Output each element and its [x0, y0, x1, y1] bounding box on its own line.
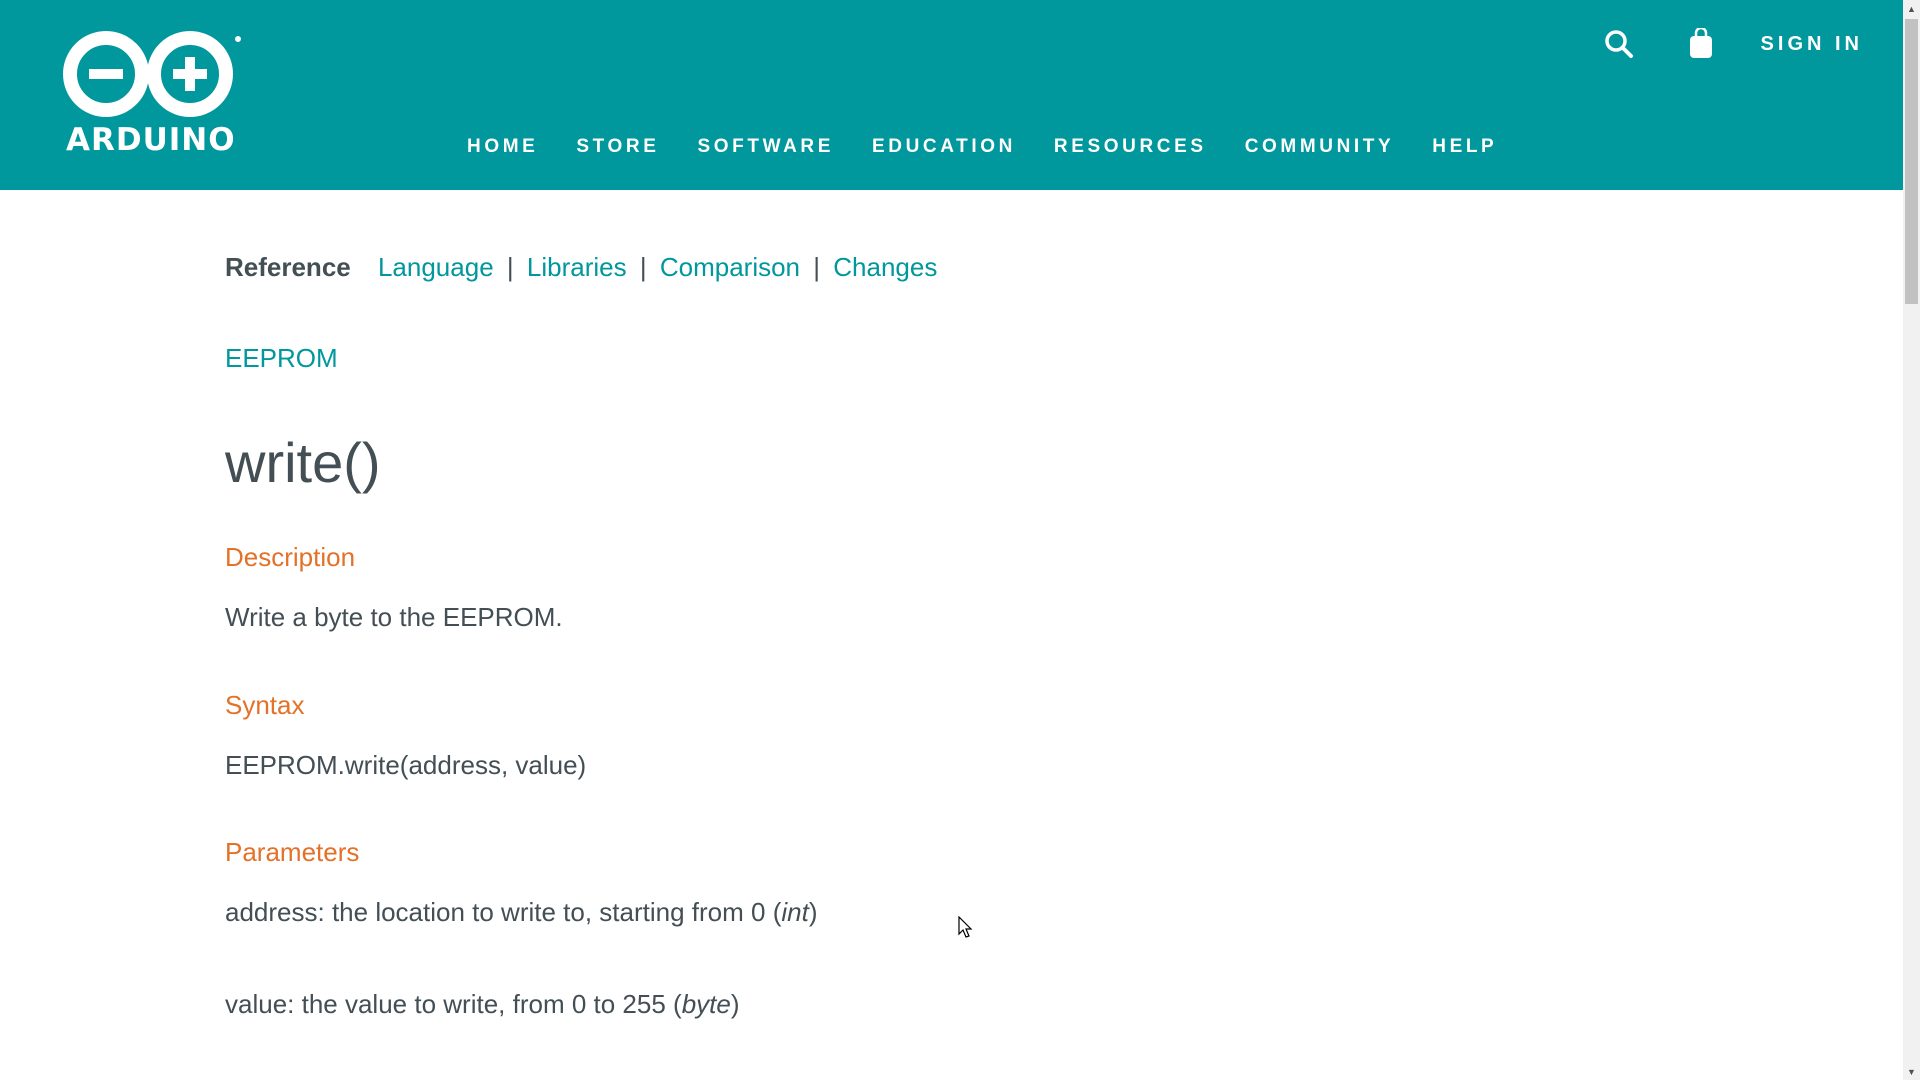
- param-address-close: ): [808, 897, 818, 927]
- search-icon[interactable]: [1597, 22, 1641, 66]
- subnav-comparison-link[interactable]: Comparison: [660, 252, 800, 282]
- page-title: write(): [225, 431, 381, 494]
- description-heading: Description: [225, 542, 356, 572]
- scroll-up-arrow-icon[interactable]: ▲: [1903, 0, 1920, 17]
- nav-education[interactable]: EDUCATION: [872, 136, 1016, 158]
- main-navigation: HOME STORE SOFTWARE EDUCATION RESOURCES …: [467, 136, 1535, 158]
- nav-community[interactable]: COMMUNITY: [1245, 136, 1395, 158]
- reference-subnav: Reference Language | Libraries | Compari…: [225, 252, 937, 283]
- logo-wordmark: ARDUINO: [66, 122, 236, 158]
- mouse-pointer-icon: [958, 915, 974, 945]
- param-value-text: value: the value to write, from 0 to 255…: [225, 989, 682, 1019]
- param-address-type: int: [781, 897, 809, 927]
- scrollbar-thumb[interactable]: [1905, 19, 1918, 304]
- nav-resources[interactable]: RESOURCES: [1054, 136, 1207, 158]
- nav-store[interactable]: STORE: [576, 136, 659, 158]
- subnav-changes-link[interactable]: Changes: [833, 252, 937, 282]
- nav-software[interactable]: SOFTWARE: [698, 136, 834, 158]
- arduino-logo[interactable]: ARDUINO: [60, 30, 250, 165]
- cart-icon[interactable]: [1679, 22, 1723, 66]
- scroll-down-arrow-icon[interactable]: ▼: [1903, 1063, 1920, 1080]
- syntax-text: EEPROM.write(address, value): [225, 750, 587, 780]
- subnav-separator: |: [639, 252, 647, 282]
- nav-help[interactable]: HELP: [1432, 136, 1497, 158]
- reference-label: Reference: [225, 252, 351, 282]
- syntax-heading: Syntax: [225, 690, 305, 720]
- browser-viewport: ARDUINO SIGN IN HOME STORE SOFTWARE EDUC: [0, 0, 1920, 1080]
- sign-in-link[interactable]: SIGN IN: [1761, 33, 1863, 56]
- parameters-heading: Parameters: [225, 837, 360, 867]
- subnav-libraries-link[interactable]: Libraries: [527, 252, 627, 282]
- param-address-text: address: the location to write to, start…: [225, 897, 782, 927]
- param-value-type: byte: [681, 989, 731, 1019]
- header-utilities: SIGN IN: [1597, 22, 1863, 66]
- param-value-close: ): [730, 989, 740, 1019]
- subnav-separator: |: [506, 252, 514, 282]
- param-value: value: the value to write, from 0 to 255…: [225, 989, 740, 1020]
- infinity-logo-icon: [63, 31, 241, 117]
- nav-home[interactable]: HOME: [467, 136, 538, 158]
- library-breadcrumb-link[interactable]: EEPROM: [225, 343, 338, 374]
- param-address: address: the location to write to, start…: [225, 897, 818, 928]
- vertical-scrollbar[interactable]: ▲ ▼: [1903, 0, 1920, 1080]
- subnav-separator: |: [813, 252, 821, 282]
- site-header: ARDUINO SIGN IN HOME STORE SOFTWARE EDUC: [0, 0, 1903, 190]
- subnav-language-link[interactable]: Language: [378, 252, 494, 282]
- description-text: Write a byte to the EEPROM.: [225, 602, 563, 632]
